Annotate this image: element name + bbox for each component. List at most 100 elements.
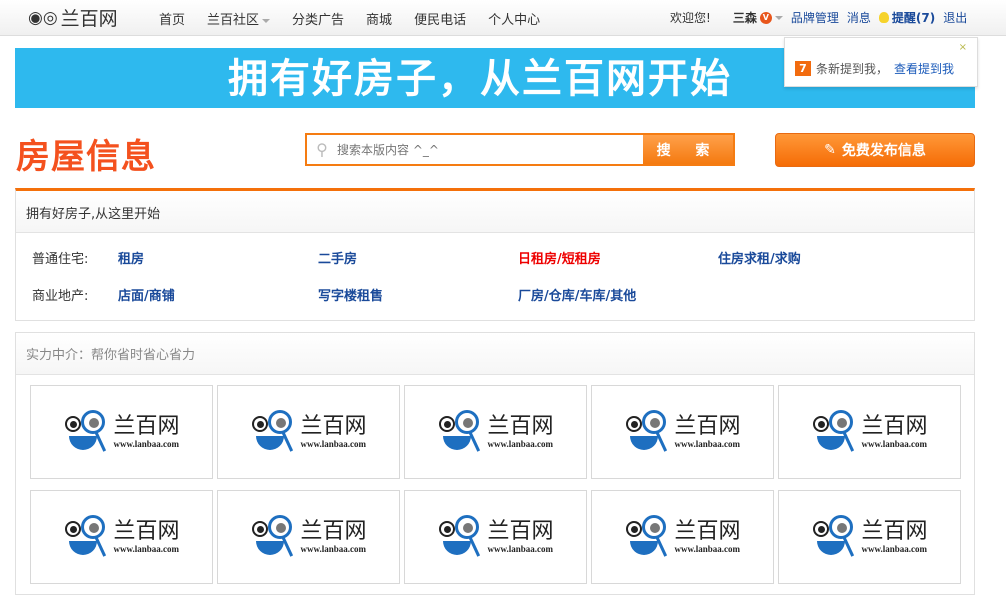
agent-logo: 兰百网 www.lanbaa.com — [250, 410, 367, 454]
mention-popup: × 7 条新提到我， 查看提到我 — [784, 37, 978, 87]
agent-logo-card[interactable]: 兰百网 www.lanbaa.com — [30, 385, 213, 479]
agent-logo-cn: 兰百网 — [300, 414, 367, 439]
agent-logo: 兰百网 www.lanbaa.com — [437, 515, 554, 559]
page-title: 房屋信息 — [16, 137, 156, 177]
agent-logo-card[interactable]: 兰百网 www.lanbaa.com — [591, 490, 774, 584]
logout-link[interactable]: 退出 — [943, 9, 967, 26]
nav-mall[interactable]: 商城 — [366, 9, 392, 28]
agent-logo: 兰百网 www.lanbaa.com — [63, 515, 180, 559]
agent-logo-card[interactable]: 兰百网 www.lanbaa.com — [30, 490, 213, 584]
agent-logo-cn: 兰百网 — [113, 414, 180, 439]
search-bar: ⚲ 搜 索 — [305, 133, 735, 166]
category-row-residential: 普通住宅: 租房 二手房 日租房/短租房 住房求租/求购 — [32, 248, 801, 267]
agents-grid: 兰百网 www.lanbaa.com 兰百网 www.lanbaa.com 兰百网 www… — [30, 385, 961, 584]
agent-logo: 兰百网 www.lanbaa.com — [811, 410, 928, 454]
magnifier-eyes-icon — [250, 410, 298, 454]
magnifier-eyes-icon — [624, 410, 672, 454]
agent-logo-card[interactable]: 兰百网 www.lanbaa.com — [404, 385, 587, 479]
category-label: 普通住宅: — [32, 252, 89, 267]
agent-logo-cn: 兰百网 — [674, 414, 741, 439]
nav-home[interactable]: 首页 — [159, 9, 185, 28]
agent-logo-url: www.lanbaa.com — [487, 544, 553, 554]
remind-link[interactable]: 提醒(7) — [892, 9, 935, 26]
agent-logo: 兰百网 www.lanbaa.com — [811, 515, 928, 559]
agent-logo-url: www.lanbaa.com — [674, 439, 740, 449]
close-icon[interactable]: × — [959, 42, 967, 53]
link-short-rent[interactable]: 日租房/短租房 — [518, 248, 601, 267]
agents-header: 实力中介：帮你省时省心省力 — [16, 333, 974, 375]
nav-classifieds[interactable]: 分类广告 — [292, 9, 344, 28]
main-nav: 首页 兰百社区 分类广告 商城 便民电话 个人中心 — [159, 9, 562, 28]
magnifier-eyes-icon — [63, 515, 111, 559]
search-button[interactable]: 搜 索 — [643, 135, 733, 164]
top-navbar: ◉◎ 兰百网 首页 兰百社区 分类广告 商城 便民电话 个人中心 欢迎您! 三森… — [0, 0, 1006, 36]
mention-text: 条新提到我， — [816, 62, 889, 76]
bulb-icon — [878, 12, 889, 23]
agent-logo-cn: 兰百网 — [487, 519, 554, 544]
search-icon: ⚲ — [316, 140, 328, 159]
magnifier-eyes-icon — [624, 515, 672, 559]
link-second-hand[interactable]: 二手房 — [318, 248, 357, 267]
welcome-text: 欢迎您! — [670, 11, 711, 25]
mention-count: 7 — [795, 61, 811, 76]
link-shops[interactable]: 店面/商铺 — [118, 285, 175, 304]
nav-phone[interactable]: 便民电话 — [414, 9, 466, 28]
agent-logo-card[interactable]: 兰百网 www.lanbaa.com — [778, 490, 961, 584]
category-row-commercial: 商业地产: 店面/商铺 写字楼租售 厂房/仓库/车库/其他 — [32, 285, 636, 304]
site-logo[interactable]: ◉◎ 兰百网 — [28, 4, 118, 31]
agent-logo-card[interactable]: 兰百网 www.lanbaa.com — [591, 385, 774, 479]
magnifier-eyes-icon — [811, 515, 859, 559]
nav-personal[interactable]: 个人中心 — [488, 9, 540, 28]
agent-logo-url: www.lanbaa.com — [487, 439, 553, 449]
agent-logo-cn: 兰百网 — [113, 519, 180, 544]
view-mentions-link[interactable]: 查看提到我 — [894, 60, 954, 77]
agent-logo-cn: 兰百网 — [674, 519, 741, 544]
magnifier-eyes-icon — [811, 410, 859, 454]
category-header: 拥有好房子,从这里开始 — [16, 191, 974, 233]
agent-logo-url: www.lanbaa.com — [674, 544, 740, 554]
agent-logo: 兰百网 www.lanbaa.com — [624, 515, 741, 559]
agent-logo-url: www.lanbaa.com — [861, 544, 927, 554]
magnifier-eyes-icon — [437, 515, 485, 559]
chevron-down-icon — [262, 18, 271, 23]
category-panel: 拥有好房子,从这里开始 普通住宅: 租房 二手房 日租房/短租房 住房求租/求购… — [15, 188, 975, 321]
logo-text: 兰百网 — [60, 8, 118, 30]
agent-logo: 兰百网 www.lanbaa.com — [437, 410, 554, 454]
publish-button[interactable]: ✎ 免费发布信息 — [775, 133, 975, 167]
agent-logo: 兰百网 www.lanbaa.com — [624, 410, 741, 454]
vip-badge-icon: V — [759, 11, 772, 24]
user-menu-chevron-icon[interactable] — [774, 15, 783, 20]
agent-logo-card[interactable]: 兰百网 www.lanbaa.com — [404, 490, 587, 584]
link-factory[interactable]: 厂房/仓库/车库/其他 — [518, 285, 636, 304]
nav-community-label: 兰百社区 — [207, 13, 260, 28]
user-bar: 欢迎您! 三森 V 品牌管理 消息 提醒(7) 退出 — [670, 9, 967, 26]
agent-logo-cn: 兰百网 — [861, 519, 928, 544]
edit-icon: ✎ — [824, 142, 836, 158]
agents-panel: 实力中介：帮你省时省心省力 兰百网 www.lanbaa.com 兰百网 www.la… — [15, 332, 975, 595]
nav-community[interactable]: 兰百社区 — [207, 9, 271, 28]
agent-logo: 兰百网 www.lanbaa.com — [250, 515, 367, 559]
agent-logo-url: www.lanbaa.com — [113, 439, 179, 449]
agent-logo-url: www.lanbaa.com — [861, 439, 927, 449]
agent-logo-cn: 兰百网 — [300, 519, 367, 544]
category-label: 商业地产: — [32, 289, 89, 304]
agent-logo-url: www.lanbaa.com — [300, 544, 366, 554]
agent-logo-card[interactable]: 兰百网 www.lanbaa.com — [217, 385, 400, 479]
agent-logo-cn: 兰百网 — [487, 414, 554, 439]
logo-eyes-icon: ◉◎ — [28, 7, 58, 28]
username[interactable]: 三森 — [733, 9, 757, 26]
agent-logo-card[interactable]: 兰百网 www.lanbaa.com — [217, 490, 400, 584]
link-rent[interactable]: 租房 — [118, 248, 144, 267]
messages-link[interactable]: 消息 — [847, 9, 871, 26]
brand-manage-link[interactable]: 品牌管理 — [791, 9, 839, 26]
magnifier-eyes-icon — [63, 410, 111, 454]
link-office[interactable]: 写字楼租售 — [318, 285, 383, 304]
agent-logo-url: www.lanbaa.com — [113, 544, 179, 554]
magnifier-eyes-icon — [437, 410, 485, 454]
magnifier-eyes-icon — [250, 515, 298, 559]
agent-logo-card[interactable]: 兰百网 www.lanbaa.com — [778, 385, 961, 479]
link-wanted[interactable]: 住房求租/求购 — [718, 248, 801, 267]
search-input[interactable] — [337, 135, 643, 164]
agent-logo: 兰百网 www.lanbaa.com — [63, 410, 180, 454]
agent-logo-url: www.lanbaa.com — [300, 439, 366, 449]
